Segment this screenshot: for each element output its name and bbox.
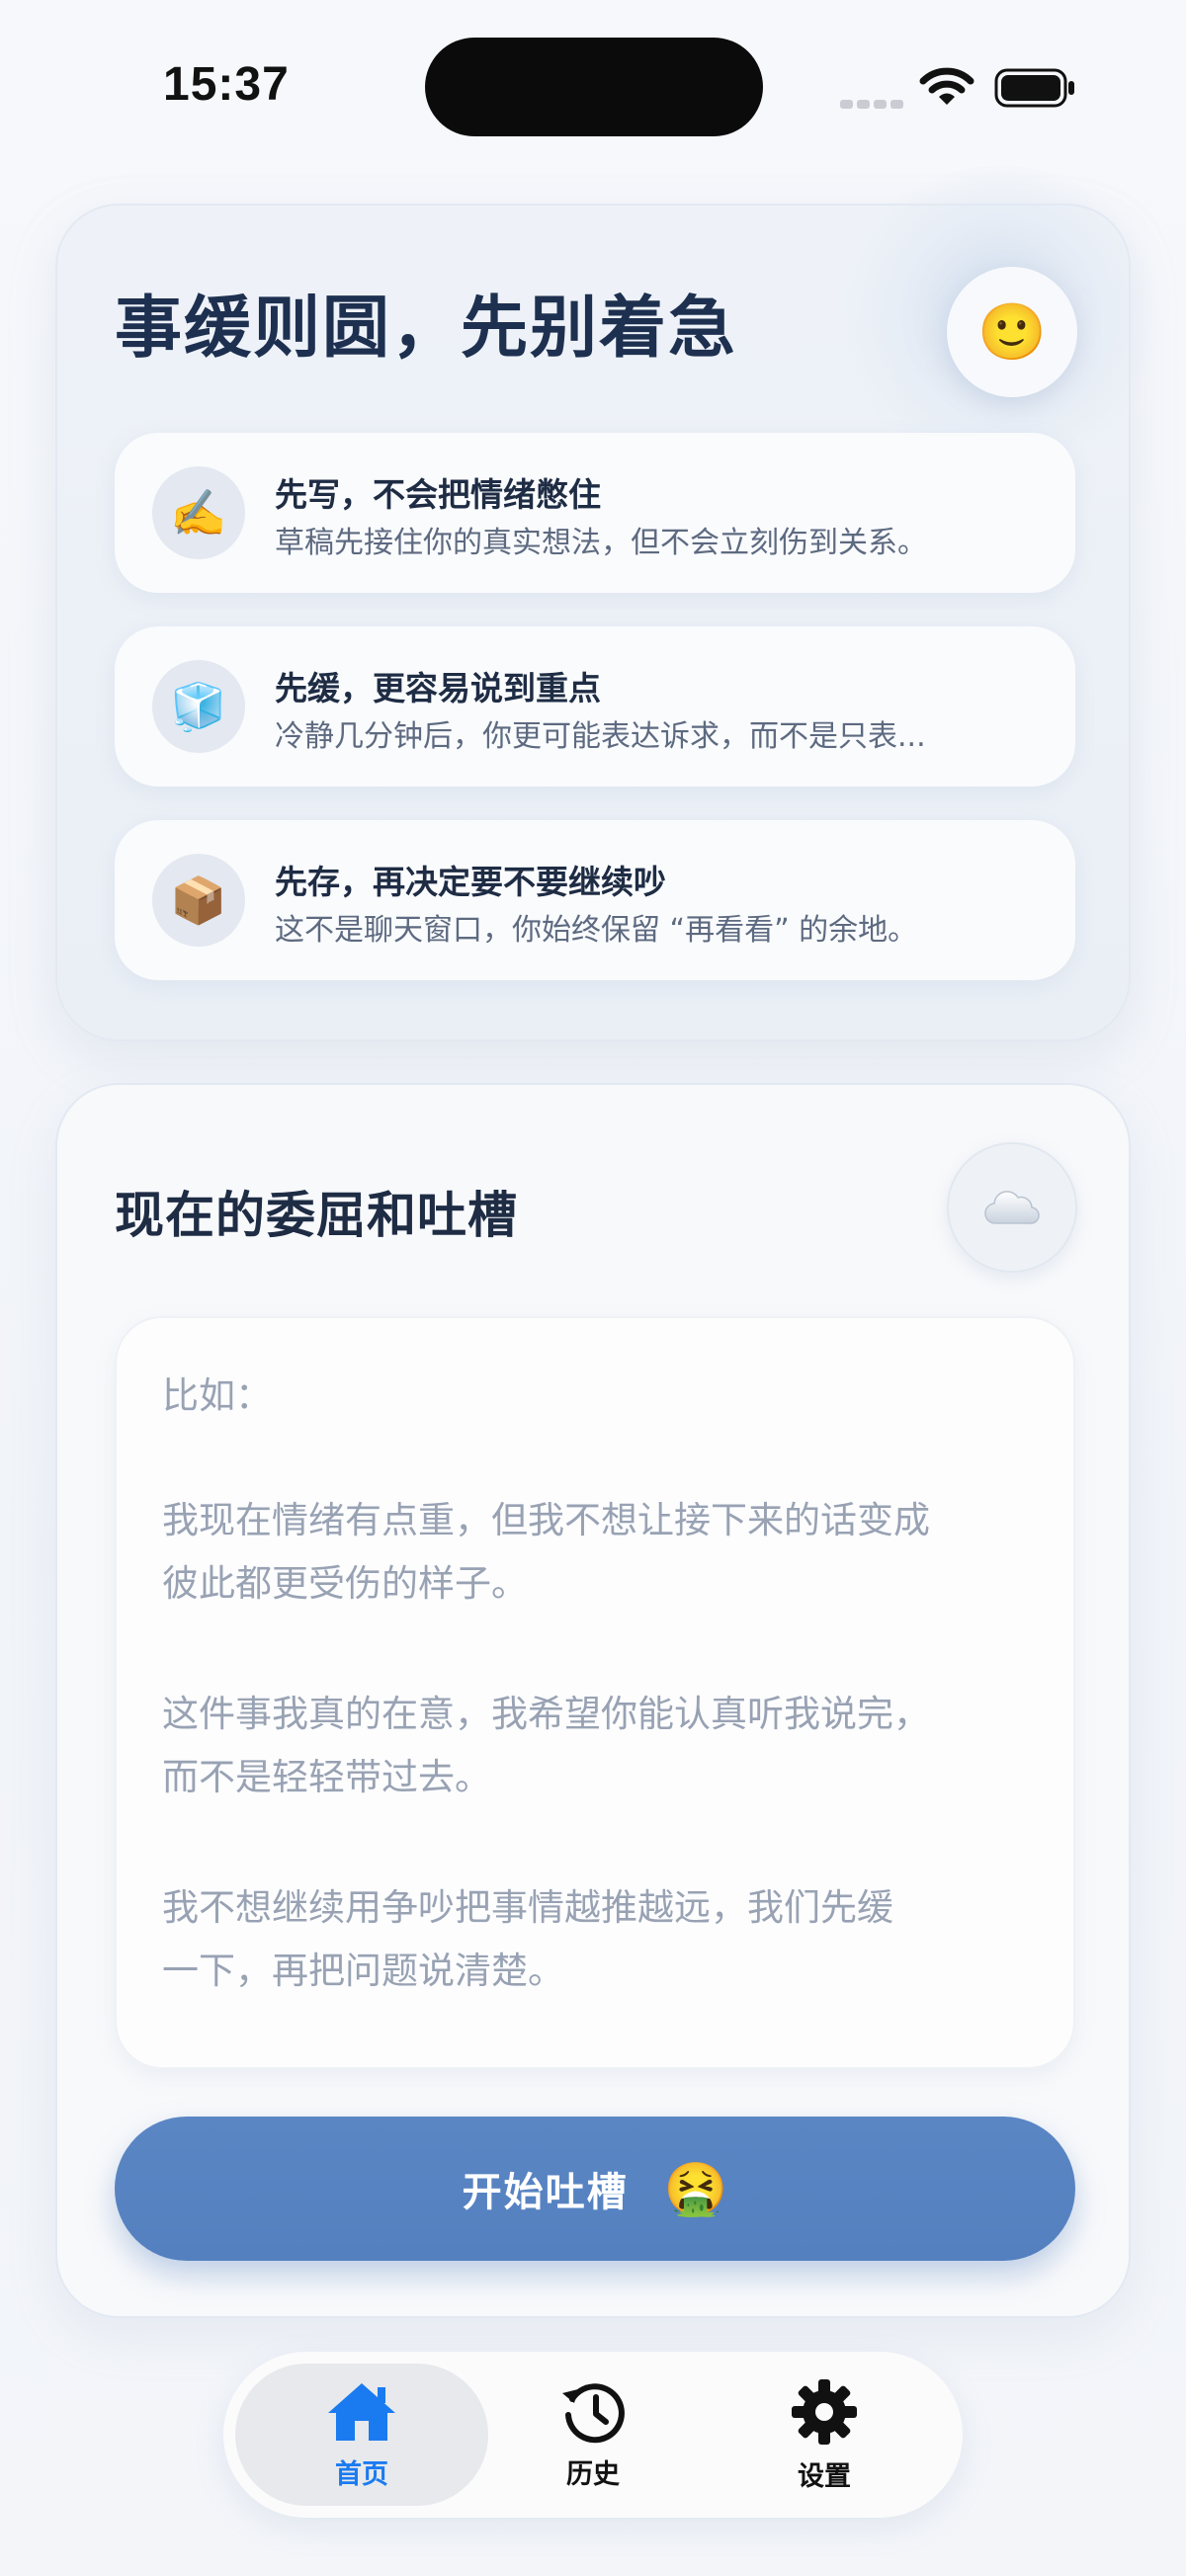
tip-title: 先存，再决定要不要继续吵 bbox=[275, 863, 666, 901]
status-time: 15:37 bbox=[163, 58, 290, 111]
ice-cube-icon: 🧊 bbox=[152, 660, 245, 753]
start-vent-label: 开始吐槽 bbox=[462, 2170, 629, 2215]
placeholder-line: 一下，再把问题说清楚。 bbox=[162, 1950, 564, 1992]
home-icon bbox=[328, 2382, 395, 2441]
vent-textarea[interactable]: 比如： 我现在情绪有点重，但我不想让接下来的话变成 彼此都更受伤的样子。 这件事… bbox=[115, 1316, 1075, 2069]
bottom-tab-bar: 首页 历史 设置 bbox=[223, 2352, 963, 2518]
package-icon: 📦 bbox=[152, 854, 245, 947]
app-page: 15:37 事缓则圆，先别着急 🙂 ✍️ 先写，不会把情绪憋住 草稿先接住你的真… bbox=[0, 0, 1186, 2576]
placeholder-line: 这件事我真的在意，我希望你能认真听我说完， bbox=[162, 1693, 930, 1735]
tip-title: 先缓，更容易说到重点 bbox=[275, 669, 601, 707]
compose-card: 现在的委屈和吐槽 比如： 我现在情绪有点重，但我不想让接下来的话变成 彼此都更受… bbox=[55, 1083, 1131, 2318]
tab-label: 首页 bbox=[335, 2458, 388, 2490]
vomit-emoji-icon: 🤮 bbox=[663, 2159, 728, 2219]
mood-emoji-button[interactable]: 🙂 bbox=[947, 267, 1077, 397]
start-vent-button[interactable]: 开始吐槽 🤮 bbox=[115, 2117, 1075, 2261]
placeholder-line: 比如： bbox=[162, 1374, 272, 1417]
tab-label: 设置 bbox=[798, 2460, 851, 2492]
tip-desc: 这不是聊天窗口，你始终保留 “再看看” 的余地。 bbox=[275, 913, 918, 948]
cloud-icon bbox=[984, 1191, 1040, 1224]
compose-title: 现在的委屈和吐槽 bbox=[115, 1187, 518, 1244]
placeholder-line: 我现在情绪有点重，但我不想让接下来的话变成 bbox=[162, 1499, 930, 1541]
tab-settings[interactable]: 设置 bbox=[698, 2364, 951, 2506]
dynamic-island bbox=[425, 38, 763, 136]
gear-icon bbox=[792, 2378, 857, 2445]
tip-desc: 冷静几分钟后，你更可能表达诉求，而不是只表... bbox=[275, 719, 926, 754]
placeholder-line: 彼此都更受伤的样子。 bbox=[162, 1562, 528, 1605]
cellular-signal-icon bbox=[840, 94, 907, 113]
writing-hand-icon: ✍️ bbox=[152, 466, 245, 559]
wifi-icon bbox=[919, 65, 974, 113]
tab-home[interactable]: 首页 bbox=[235, 2364, 488, 2506]
cloud-button[interactable] bbox=[947, 1142, 1077, 1273]
history-icon bbox=[562, 2382, 625, 2443]
status-bar: 15:37 bbox=[0, 0, 1186, 148]
tip-card-calm: 🧊 先缓，更容易说到重点 冷静几分钟后，你更可能表达诉求，而不是只表... bbox=[115, 626, 1075, 787]
battery-icon bbox=[994, 67, 1075, 108]
placeholder-line: 而不是轻轻带过去。 bbox=[162, 1756, 491, 1798]
intro-card: 事缓则圆，先别着急 🙂 ✍️ 先写，不会把情绪憋住 草稿先接住你的真实想法，但不… bbox=[55, 166, 1168, 1041]
placeholder-line: 我不想继续用争吵把事情越推越远，我们先缓 bbox=[162, 1886, 893, 1929]
tip-title: 先写，不会把情绪憋住 bbox=[275, 475, 601, 514]
hero-title: 事缓则圆，先别着急 bbox=[115, 290, 738, 368]
tab-label: 历史 bbox=[566, 2458, 620, 2490]
tip-card-write: ✍️ 先写，不会把情绪憋住 草稿先接住你的真实想法，但不会立刻伤到关系。 bbox=[115, 433, 1075, 593]
tip-card-save: 📦 先存，再决定要不要继续吵 这不是聊天窗口，你始终保留 “再看看” 的余地。 bbox=[115, 820, 1075, 980]
tip-desc: 草稿先接住你的真实想法，但不会立刻伤到关系。 bbox=[275, 526, 927, 560]
tab-history[interactable]: 历史 bbox=[466, 2364, 720, 2506]
